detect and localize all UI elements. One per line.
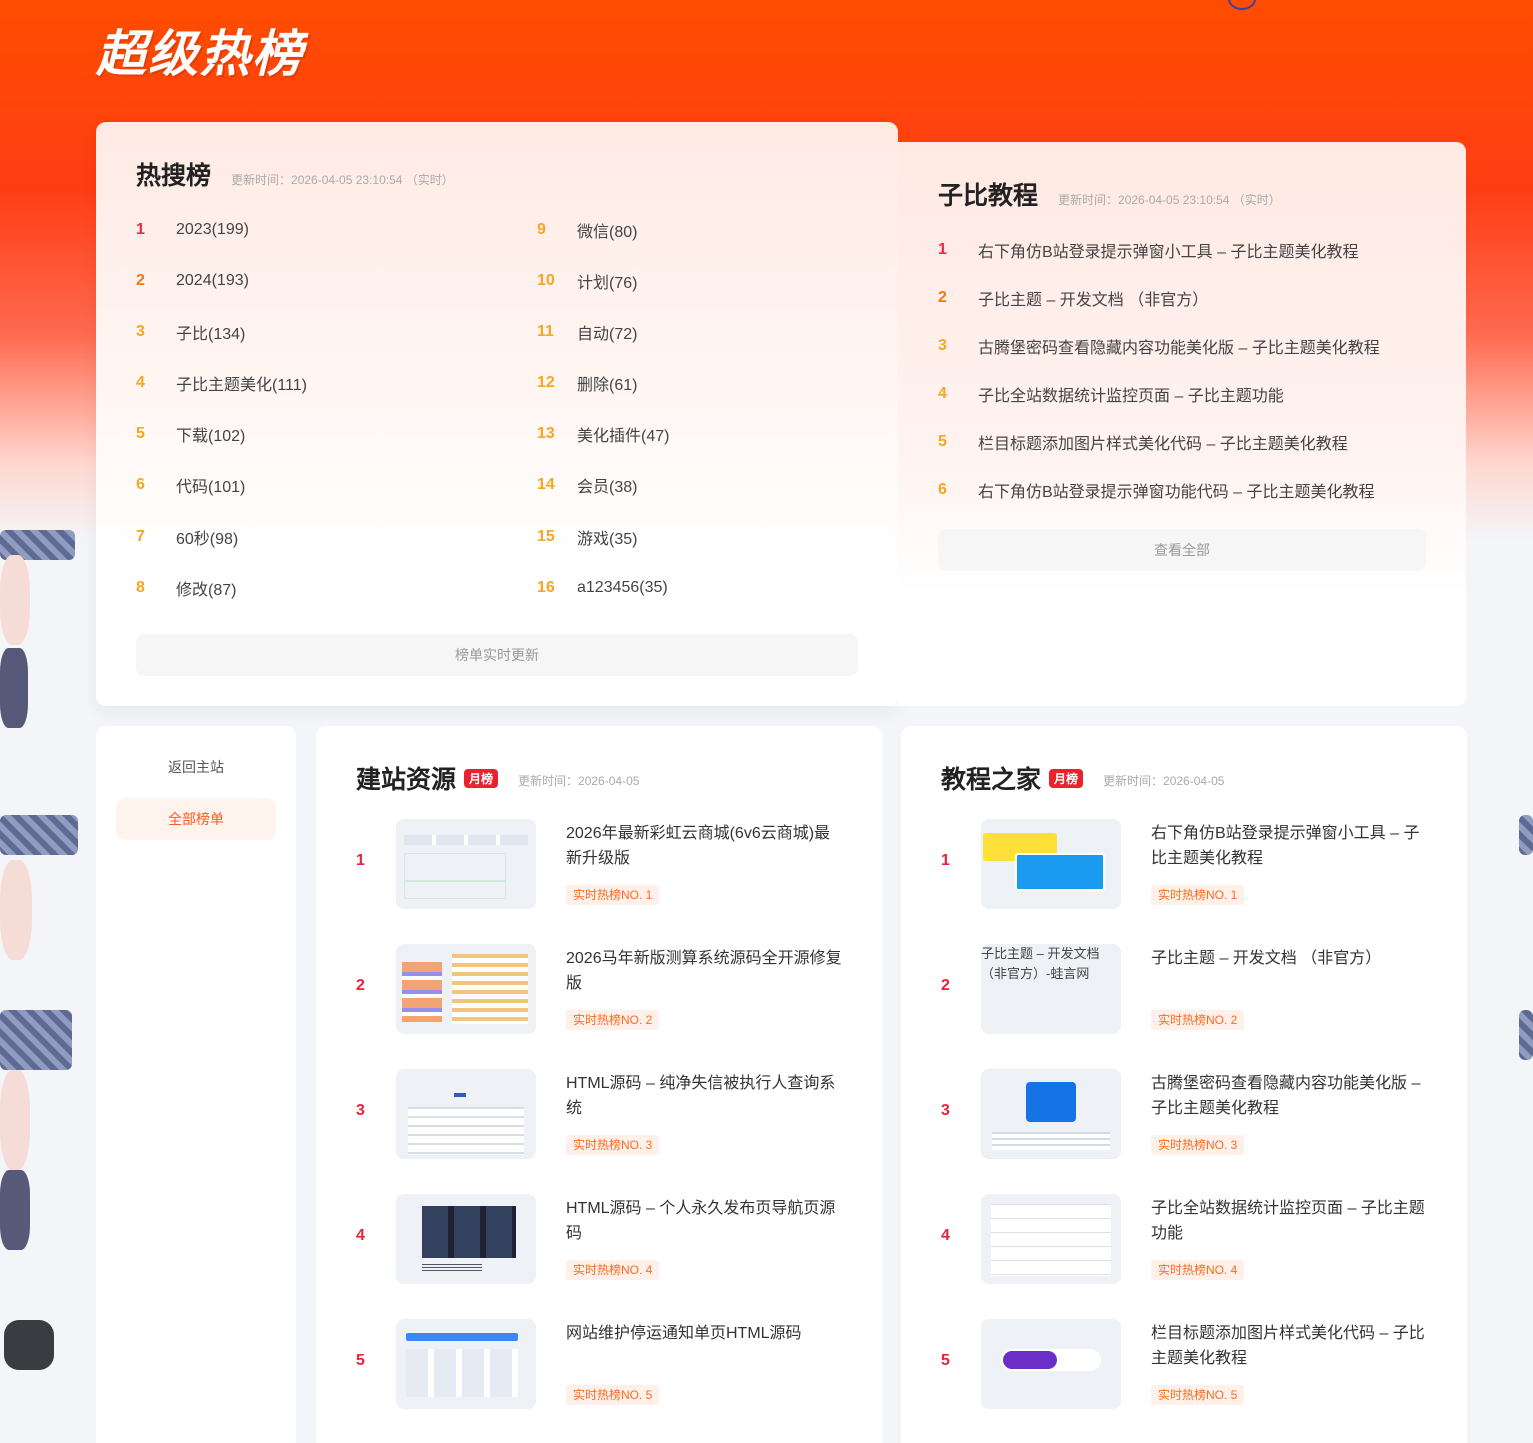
hot-search-item[interactable]: 13 美化插件(47)	[537, 422, 669, 446]
item-title[interactable]: 2026马年新版测算系统源码全开源修复版	[566, 946, 846, 996]
ranking-row[interactable]: 4 HTML源码 – 个人永久发布页导航页源码 实时热榜NO. 4	[356, 1194, 856, 1284]
item-title[interactable]: HTML源码 – 纯净失信被执行人查询系统	[566, 1071, 846, 1121]
hot-rank-badge: 实时热榜NO. 4	[1151, 1260, 1245, 1280]
hot-rank-badge: 实时热榜NO. 1	[566, 885, 660, 905]
hot-search-item[interactable]: 16 a123456(35)	[537, 576, 668, 600]
thumbnail-image[interactable]	[396, 819, 536, 909]
ranking-row[interactable]: 1 右下角仿B站登录提示弹窗小工具 – 子比主题美化教程 实时热榜NO. 1	[941, 819, 1441, 909]
side-decoration-right	[1515, 530, 1533, 1430]
thumbnail-image[interactable]	[981, 1194, 1121, 1284]
item-title[interactable]: 栏目标题添加图片样式美化代码 – 子比主题美化教程	[1151, 1321, 1431, 1371]
item-title[interactable]: 右下角仿B站登录提示弹窗小工具 – 子比主题美化教程	[1151, 821, 1431, 871]
item-title[interactable]: 2026年最新彩虹云商城(6v6云商城)最新升级版	[566, 821, 846, 871]
zibi-tutorial-item[interactable]: 5 栏目标题添加图片样式美化代码 – 子比主题美化教程	[938, 430, 1348, 454]
view-all-button[interactable]: 查看全部	[938, 529, 1426, 571]
thumbnail-image[interactable]	[396, 1069, 536, 1159]
site-resources-updated: 更新时间：2026-04-05	[518, 773, 640, 788]
zibi-tutorial-item[interactable]: 4 子比全站数据统计监控页面 – 子比主题功能	[938, 382, 1284, 406]
zibi-tutorial-title: 子比教程	[938, 182, 1039, 210]
hot-search-title: 热搜榜	[136, 162, 212, 190]
item-title[interactable]: 网站维护停运通知单页HTML源码	[566, 1321, 846, 1346]
hot-rank-badge: 实时热榜NO. 1	[1151, 885, 1245, 905]
hot-search-list: 1 2023(199) 2 2024(193) 3 子比(134) 4 子比主题美化(1…	[136, 218, 896, 626]
zibi-tutorial-updated: 更新时间：2026-04-05 23:10:54 （实时）	[1058, 193, 1281, 207]
item-title[interactable]: HTML源码 – 个人永久发布页导航页源码	[566, 1196, 846, 1246]
thumbnail-image[interactable]	[396, 1319, 536, 1409]
hot-rank-badge: 实时热榜NO. 4	[566, 1260, 660, 1280]
ranking-row[interactable]: 3 HTML源码 – 纯净失信被执行人查询系统 实时热榜NO. 3	[356, 1069, 856, 1159]
hot-search-item[interactable]: 8 修改(87)	[136, 576, 236, 600]
ranking-row[interactable]: 3 古腾堡密码查看隐藏内容功能美化版 – 子比主题美化教程 实时热榜NO. 3	[941, 1069, 1441, 1159]
hot-rank-badge: 实时热榜NO. 3	[566, 1135, 660, 1155]
hot-search-item[interactable]: 1 2023(199)	[136, 218, 249, 242]
tutorial-home-title: 教程之家	[941, 766, 1042, 794]
zibi-tutorial-card: 子比教程 更新时间：2026-04-05 23:10:54 （实时） 1 右下角仿…	[898, 142, 1466, 706]
hot-search-card: 热搜榜 更新时间：2026-04-05 23:10:54 （实时） 1 2023(…	[96, 122, 898, 706]
item-title[interactable]: 子比全站数据统计监控页面 – 子比主题功能	[1151, 1196, 1431, 1246]
tutorial-home-card: 教程之家 月榜 更新时间：2026-04-05 1 右下角仿B站登录提示弹窗小工…	[901, 726, 1467, 1443]
hot-search-item[interactable]: 6 代码(101)	[136, 473, 245, 497]
hot-search-item[interactable]: 14 会员(38)	[537, 473, 637, 497]
hot-rank-badge: 实时热榜NO. 2	[1151, 1010, 1245, 1030]
monthly-tag: 月榜	[1049, 768, 1084, 788]
hot-search-updated: 更新时间：2026-04-05 23:10:54 （实时）	[231, 173, 454, 187]
tutorial-home-updated: 更新时间：2026-04-05	[1103, 773, 1225, 788]
item-title[interactable]: 古腾堡密码查看隐藏内容功能美化版 – 子比主题美化教程	[1151, 1071, 1431, 1121]
hot-rank-badge: 实时热榜NO. 3	[1151, 1135, 1245, 1155]
ranking-row[interactable]: 4 子比全站数据统计监控页面 – 子比主题功能 实时热榜NO. 4	[941, 1194, 1441, 1284]
all-rankings-link[interactable]: 全部榜单	[116, 798, 276, 840]
hot-search-item[interactable]: 5 下载(102)	[136, 422, 245, 446]
broken-image-thumbnail[interactable]: 子比主题 – 开发文档 （非官方）-蛙言网	[981, 944, 1121, 1034]
ranking-row[interactable]: 2 2026马年新版测算系统源码全开源修复版 实时热榜NO. 2	[356, 944, 856, 1034]
hot-search-item[interactable]: 10 计划(76)	[537, 269, 637, 293]
thumbnail-image[interactable]	[396, 944, 536, 1034]
realtime-update-button[interactable]: 榜单实时更新	[136, 634, 858, 676]
item-title[interactable]: 子比主题 – 开发文档 （非官方）	[1151, 946, 1431, 971]
hot-search-item[interactable]: 15 游戏(35)	[537, 525, 637, 549]
zibi-tutorial-item[interactable]: 3 古腾堡密码查看隐藏内容功能美化版 – 子比主题美化教程	[938, 334, 1380, 358]
thumbnail-image[interactable]	[981, 1069, 1121, 1159]
hot-search-item[interactable]: 11 自动(72)	[537, 320, 637, 344]
hot-search-item[interactable]: 2 2024(193)	[136, 269, 249, 293]
hot-search-item[interactable]: 7 60秒(98)	[136, 525, 238, 549]
image-alt-text: 子比主题 – 开发文档 （非官方）-蛙言网	[981, 946, 1100, 981]
hot-search-item[interactable]: 12 删除(61)	[537, 371, 637, 395]
hot-rank-badge: 实时热榜NO. 2	[566, 1010, 660, 1030]
side-decoration-left	[0, 530, 80, 1430]
zibi-tutorial-item[interactable]: 2 子比主题 – 开发文档 （非官方）	[938, 286, 1208, 310]
zibi-tutorial-item[interactable]: 1 右下角仿B站登录提示弹窗小工具 – 子比主题美化教程	[938, 238, 1358, 262]
hot-rank-badge: 实时热榜NO. 5	[566, 1385, 660, 1405]
thumbnail-image[interactable]	[981, 1319, 1121, 1409]
thumbnail-image[interactable]	[396, 1194, 536, 1284]
hot-search-item[interactable]: 9 微信(80)	[537, 218, 637, 242]
thumbnail-image[interactable]	[981, 819, 1121, 909]
site-resources-card: 建站资源 月榜 更新时间：2026-04-05 1 2026年最新彩虹云商城(6…	[316, 726, 882, 1443]
ranking-row[interactable]: 5 网站维护停运通知单页HTML源码 实时热榜NO. 5	[356, 1319, 856, 1409]
back-to-home-link[interactable]: 返回主站	[116, 746, 276, 788]
ranking-row[interactable]: 1 2026年最新彩虹云商城(6v6云商城)最新升级版 实时热榜NO. 1	[356, 819, 856, 909]
page-title: 超级热榜	[96, 26, 304, 82]
ranking-side-nav: 返回主站 全部榜单	[96, 726, 296, 1443]
site-resources-title: 建站资源	[356, 766, 457, 794]
ranking-row[interactable]: 2 子比主题 – 开发文档 （非官方）-蛙言网 子比主题 – 开发文档 （非官方…	[941, 944, 1441, 1034]
hot-rank-badge: 实时热榜NO. 5	[1151, 1385, 1245, 1405]
hot-search-item[interactable]: 3 子比(134)	[136, 320, 245, 344]
ranking-row[interactable]: 5 栏目标题添加图片样式美化代码 – 子比主题美化教程 实时热榜NO. 5	[941, 1319, 1441, 1409]
hot-search-item[interactable]: 4 子比主题美化(111)	[136, 371, 307, 395]
monthly-tag: 月榜	[464, 768, 499, 788]
zibi-tutorial-item[interactable]: 6 右下角仿B站登录提示弹窗功能代码 – 子比主题美化教程	[938, 478, 1374, 502]
